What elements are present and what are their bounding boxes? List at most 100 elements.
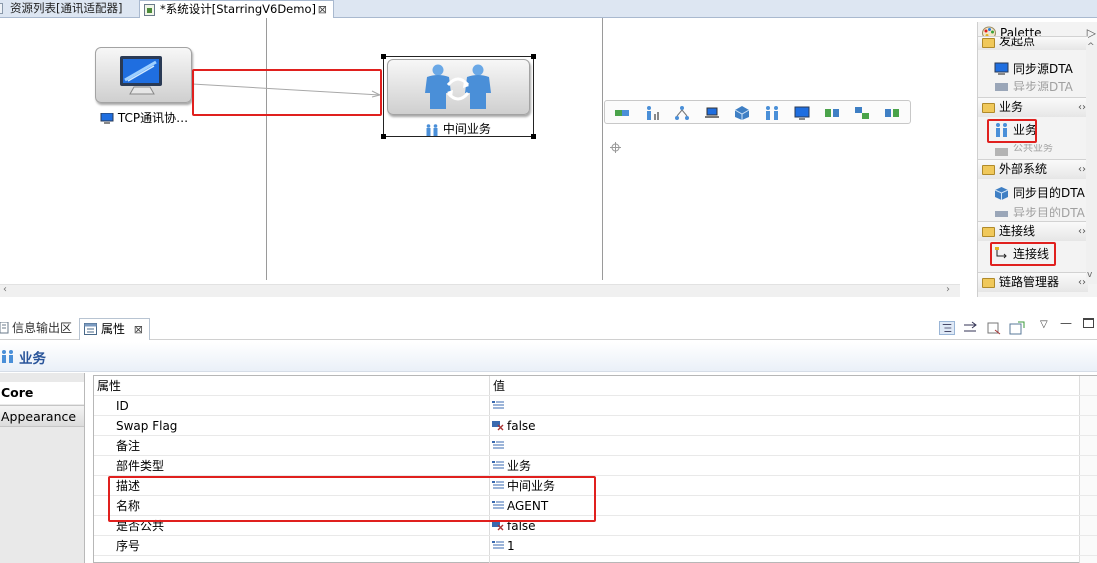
- property-categories: Core Appearance: [0, 373, 85, 563]
- property-value-cell[interactable]: 1: [490, 536, 1080, 556]
- scroll-left-icon[interactable]: ‹: [3, 284, 7, 295]
- drawer-origin[interactable]: 发起点: [978, 36, 1088, 50]
- people-icon[interactable]: [764, 105, 780, 121]
- diagram-canvas[interactable]: TCP通讯协… 中间业务: [0, 18, 960, 284]
- palette-item-async-source-dta[interactable]: 异步源DTA: [994, 80, 1073, 91]
- console-icon: [0, 322, 9, 334]
- drawer-toggle-icon[interactable]: ‹›: [1078, 160, 1086, 179]
- tab-resource-list-label: 资源列表[通讯适配器]: [10, 1, 123, 15]
- property-value-cell[interactable]: [490, 396, 1080, 416]
- palette-vertical-scrollbar[interactable]: ^ v: [1086, 42, 1097, 284]
- people-icon: [2, 350, 13, 363]
- connection-highlight-box: [192, 69, 382, 116]
- palette-collapse-arrow: [1087, 22, 1097, 42]
- strip-anchor-icon: [610, 142, 621, 153]
- selection-handle[interactable]: [381, 54, 386, 59]
- restore-default-icon[interactable]: [986, 321, 1002, 335]
- laptop-icon[interactable]: [704, 105, 720, 121]
- palette-connection-highlight: [990, 242, 1056, 266]
- tcp-adapter-node[interactable]: [95, 47, 192, 103]
- category-appearance[interactable]: Appearance: [0, 405, 84, 427]
- description-name-highlight: [108, 476, 596, 522]
- table-header: 属性 值: [94, 376, 1097, 396]
- drawer-toggle-icon[interactable]: ‹›: [1078, 98, 1086, 117]
- canvas-horizontal-scrollbar[interactable]: ‹ ›: [0, 284, 960, 297]
- property-value: 业务: [507, 459, 532, 473]
- lane-divider: [266, 18, 267, 280]
- monitor-icon[interactable]: [794, 105, 810, 121]
- hierarchy-icon[interactable]: [674, 105, 690, 121]
- tab-system-design[interactable]: *系统设计[StarringV6Demo] ⊠: [139, 0, 334, 18]
- property-value-cell[interactable]: [490, 436, 1080, 456]
- quick-tool-strip: [604, 100, 911, 124]
- monitor-small-icon: [100, 112, 114, 124]
- palette-item-sync-source-dta[interactable]: 同步源DTA: [994, 60, 1073, 78]
- drawer-external-system[interactable]: 外部系统 ‹›: [978, 159, 1088, 179]
- scroll-up-icon[interactable]: ^: [1087, 42, 1095, 52]
- property-name: Swap Flag: [116, 419, 178, 433]
- property-value-cell[interactable]: false: [490, 416, 1080, 436]
- property-value: false: [507, 419, 536, 433]
- tcp-adapter-node-label: TCP通讯协…: [100, 109, 188, 126]
- editor-tab-bar: 资源列表[通讯适配器] *系统设计[StarringV6Demo] ⊠: [0, 0, 1097, 18]
- category-core[interactable]: Core: [0, 382, 84, 404]
- diagram-file-icon: [144, 4, 155, 16]
- drawer-link-manager[interactable]: 链路管理器 ‹›: [978, 272, 1088, 292]
- property-name: 备注: [116, 439, 141, 453]
- tab-properties[interactable]: 属性 ⊠: [79, 318, 150, 340]
- drawer-business[interactable]: 业务 ‹›: [978, 97, 1088, 117]
- palette-item-public-business[interactable]: 公共业务: [994, 144, 1053, 156]
- scroll-down-icon[interactable]: v: [1087, 270, 1092, 280]
- people-small-icon: [426, 123, 438, 136]
- close-tab-icon[interactable]: ⊠: [134, 319, 143, 340]
- maximize-icon[interactable]: [1083, 318, 1094, 328]
- text-property-icon: [492, 541, 504, 549]
- table-row[interactable]: 序号 1: [94, 536, 1097, 556]
- drawer-toggle-icon[interactable]: ‹›: [1078, 273, 1086, 292]
- scroll-right-icon[interactable]: ›: [946, 284, 950, 295]
- monitor-icon: [120, 56, 162, 95]
- tab-resource-list[interactable]: 资源列表[通讯适配器]: [0, 0, 136, 18]
- monitor-icon: [994, 62, 1009, 75]
- selection-handle[interactable]: [381, 134, 386, 139]
- switch-icon[interactable]: [884, 105, 900, 121]
- table-row[interactable]: ID: [94, 396, 1097, 416]
- palette-item-sync-target-dta[interactable]: 同步目的DTA: [994, 184, 1085, 202]
- middle-business-node[interactable]: [387, 59, 530, 115]
- text-property-icon: [492, 401, 504, 409]
- show-categories-icon[interactable]: [939, 321, 955, 335]
- column-header-value[interactable]: 值: [490, 376, 1080, 396]
- people-chart-icon[interactable]: [644, 105, 660, 121]
- view-menu-icon[interactable]: ▽: [1040, 319, 1048, 330]
- palette-business-highlight: [987, 119, 1037, 143]
- column-header-property[interactable]: 属性: [94, 376, 489, 396]
- palette-panel: Palette ▷ 发起点 同步源DTA 异步源DTA 业务 ‹› 业务 公共业…: [977, 22, 1097, 297]
- folder-icon: [982, 227, 995, 237]
- folder-icon: [982, 165, 995, 175]
- properties-title: 业务: [19, 351, 46, 367]
- table-row[interactable]: 部件类型 业务: [94, 456, 1097, 476]
- table-row[interactable]: Swap Flag false: [94, 416, 1097, 436]
- transfer-icon[interactable]: [854, 105, 870, 121]
- property-value: 1: [507, 539, 515, 553]
- minimize-icon[interactable]: —: [1060, 316, 1072, 330]
- drawer-toggle-icon[interactable]: ‹›: [1078, 222, 1086, 241]
- routing-icon[interactable]: [614, 105, 630, 121]
- close-tab-icon[interactable]: ⊠: [318, 1, 327, 18]
- folder-icon: [982, 278, 995, 288]
- cube-icon: [995, 211, 1008, 217]
- table-row[interactable]: 备注: [94, 436, 1097, 456]
- selection-handle[interactable]: [531, 54, 536, 59]
- network-icon[interactable]: [824, 105, 840, 121]
- cube-icon[interactable]: [734, 105, 750, 121]
- people-icon: [995, 148, 1008, 156]
- pin-view-icon[interactable]: [1009, 321, 1025, 335]
- tab-info-output[interactable]: 信息输出区: [0, 318, 72, 340]
- drawer-connection[interactable]: 连接线 ‹›: [978, 221, 1088, 241]
- selection-handle[interactable]: [531, 134, 536, 139]
- text-property-icon: [492, 441, 504, 449]
- show-advanced-icon[interactable]: [962, 321, 978, 335]
- palette-item-async-target-dta[interactable]: 异步目的DTA: [994, 205, 1085, 217]
- properties-header: 业务: [0, 342, 1097, 372]
- property-value-cell[interactable]: 业务: [490, 456, 1080, 476]
